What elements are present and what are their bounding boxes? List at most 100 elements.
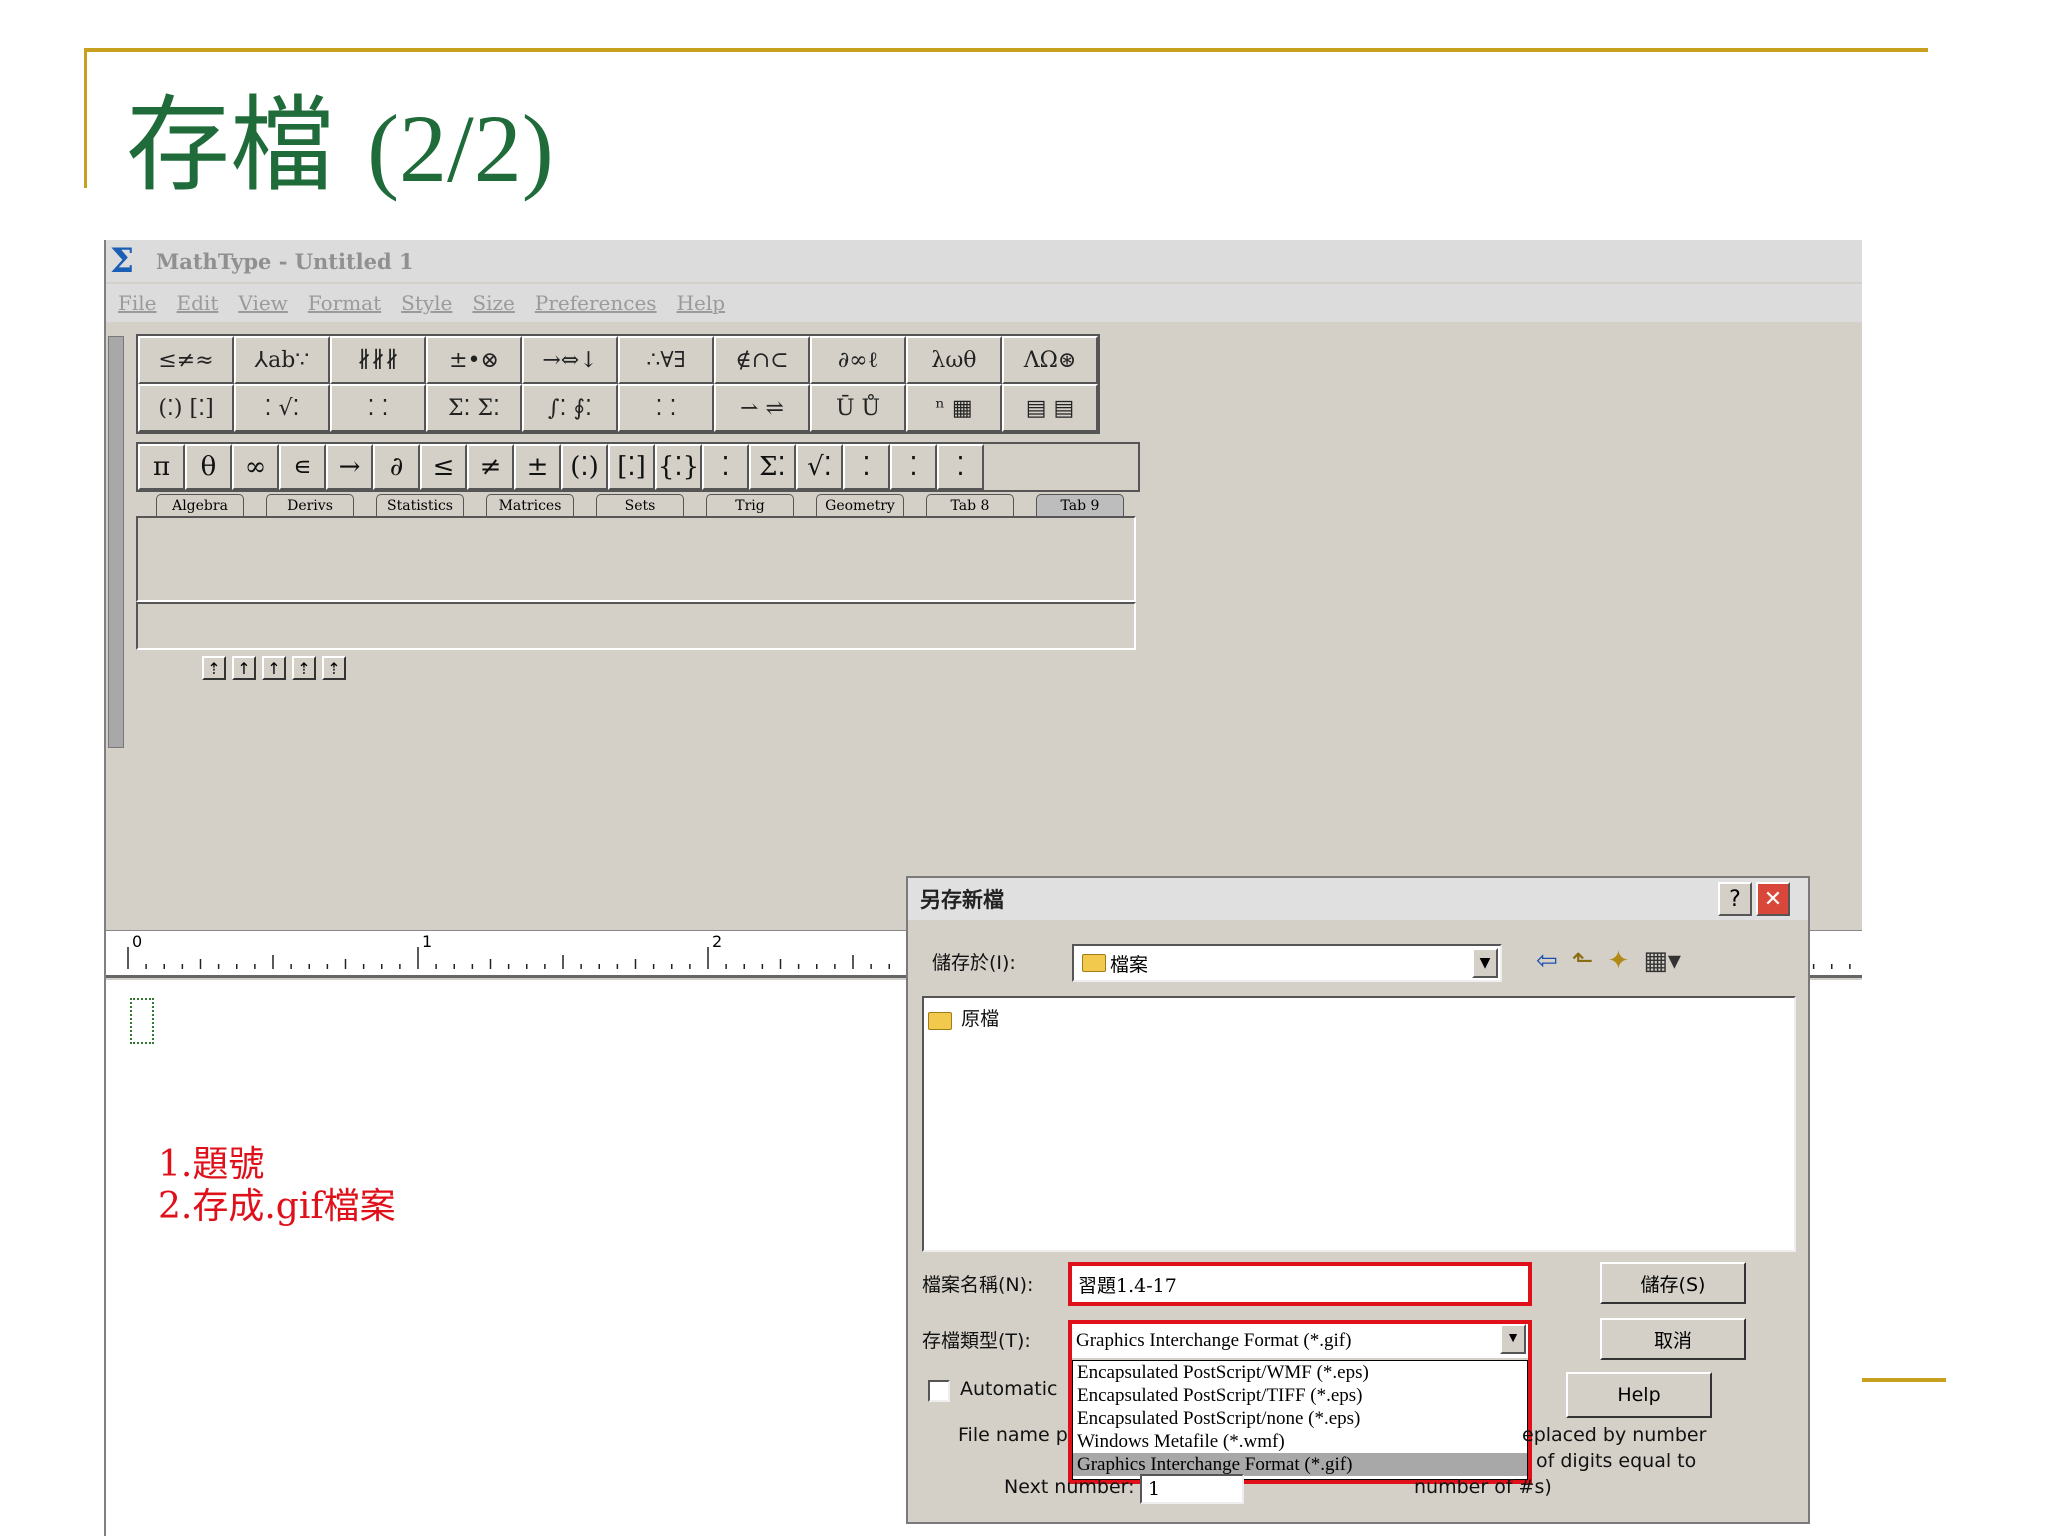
slide-left-rule xyxy=(84,48,87,188)
palette-button[interactable]: ΛΩ⊛ xyxy=(1002,336,1098,384)
chevron-down-icon[interactable]: ▼ xyxy=(1472,948,1498,978)
menu-view[interactable]: View xyxy=(238,291,287,315)
filetype-option[interactable]: Graphics Interchange Format (*.gif) xyxy=(1073,1453,1527,1476)
menu-size[interactable]: Size xyxy=(472,291,514,315)
palette-button[interactable]: ≤≠≈ xyxy=(138,336,234,384)
tab-2[interactable]: Statistics xyxy=(376,494,464,517)
small-bar-button[interactable]: ≠ xyxy=(467,444,514,490)
palette-button[interactable]: Σ⁚ Σ⁚ xyxy=(426,384,522,432)
small-bar-button[interactable]: → xyxy=(326,444,373,490)
style-button[interactable]: ⇡ xyxy=(202,656,226,680)
palette-button[interactable]: ⁚ √⁚ xyxy=(234,384,330,432)
help-button[interactable]: Help xyxy=(1566,1372,1712,1418)
small-bar-button[interactable]: ⁚ xyxy=(890,444,937,490)
save-button-label: 儲存(S) xyxy=(1640,1273,1706,1296)
slide-title-text: 存檔 xyxy=(126,84,335,206)
palette-button[interactable]: ∦∦∦ xyxy=(330,336,426,384)
tab-1[interactable]: Derivs xyxy=(266,494,354,517)
filename-value: 習題1.4-17 xyxy=(1078,1274,1177,1297)
small-bar-button[interactable]: ⁚ xyxy=(937,444,984,490)
small-bar-button[interactable]: [⁚] xyxy=(608,444,655,490)
small-bar-button[interactable]: π xyxy=(138,444,185,490)
tab-3[interactable]: Matrices xyxy=(486,494,574,517)
palette-button[interactable]: ∫⁚ ∮⁚ xyxy=(522,384,618,432)
tab-4[interactable]: Sets xyxy=(596,494,684,517)
automatic-checkbox[interactable] xyxy=(928,1380,950,1402)
palette-button[interactable]: →⇔↓ xyxy=(522,336,618,384)
tab-6[interactable]: Geometry xyxy=(816,494,904,517)
palette-button[interactable]: ∴∀∃ xyxy=(618,336,714,384)
palette-button[interactable]: ∉∩⊂ xyxy=(714,336,810,384)
small-bar-button[interactable]: √⁚ xyxy=(796,444,843,490)
palette-button[interactable]: ⁿ ▦ xyxy=(906,384,1002,432)
save-in-combo[interactable]: 檔案 ▼ xyxy=(1072,944,1502,982)
dialog-titlebar: 另存新檔 ? ✕ xyxy=(908,878,1808,920)
save-in-label: 儲存於(I): xyxy=(932,952,1016,974)
save-button[interactable]: 儲存(S) xyxy=(1600,1262,1746,1304)
style-button[interactable]: ↑ xyxy=(232,656,256,680)
cancel-button[interactable]: 取消 xyxy=(1600,1318,1746,1360)
small-bar-button[interactable]: Σ⁚ xyxy=(749,444,796,490)
filetype-option[interactable]: Encapsulated PostScript/WMF (*.eps) xyxy=(1073,1361,1527,1384)
small-bar-button[interactable]: ≤ xyxy=(420,444,467,490)
next-number-input[interactable]: 1 xyxy=(1140,1474,1244,1504)
small-bar-button[interactable]: ∊ xyxy=(279,444,326,490)
palette-button[interactable]: (⁚) [⁚] xyxy=(138,384,234,432)
palette-button[interactable]: ±•⊗ xyxy=(426,336,522,384)
palette-button[interactable]: Ū Ů xyxy=(810,384,906,432)
filename-input[interactable]: 習題1.4-17 xyxy=(1072,1266,1528,1302)
template-tabs: Algebra Derivs Statistics Matrices Sets Trig G… xyxy=(156,494,1146,517)
filetype-option[interactable]: Windows Metafile (*.wmf) xyxy=(1073,1430,1527,1453)
chevron-down-icon[interactable]: ▼ xyxy=(1500,1324,1526,1354)
palette-button[interactable]: ∂∞ℓ xyxy=(810,336,906,384)
new-folder-icon[interactable]: ✦ xyxy=(1608,946,1630,976)
small-bar-button[interactable]: {⁚} xyxy=(655,444,702,490)
menu-style[interactable]: Style xyxy=(401,291,452,315)
toolbar-grip[interactable] xyxy=(108,336,124,748)
small-bar-button[interactable]: ⁚ xyxy=(702,444,749,490)
menu-edit[interactable]: Edit xyxy=(177,291,219,315)
equation-cursor-slot[interactable] xyxy=(130,998,154,1044)
menu-format[interactable]: Format xyxy=(308,291,381,315)
style-button[interactable]: ⇡ xyxy=(322,656,346,680)
small-bar-button[interactable]: θ xyxy=(185,444,232,490)
filetype-option[interactable]: Encapsulated PostScript/none (*.eps) xyxy=(1073,1407,1527,1430)
filetype-option[interactable]: Encapsulated PostScript/TIFF (*.eps) xyxy=(1073,1384,1527,1407)
tab-5[interactable]: Trig xyxy=(706,494,794,517)
dialog-nav-tools: ⇦ ⬑ ✦ ▦▾ xyxy=(1536,946,1681,976)
palette-button[interactable]: ⇀ ⇌ xyxy=(714,384,810,432)
small-bar-row: π θ ∞ ∊ → ∂ ≤ ≠ ± (⁚) [⁚] {⁚} ⁚ Σ⁚ √⁚ ⁚ ⁚ ⁚ xyxy=(138,444,1138,490)
palette-button[interactable]: ▤ ▤ xyxy=(1002,384,1098,432)
tab-8[interactable]: Tab 9 xyxy=(1036,494,1124,517)
filetype-select[interactable]: Graphics Interchange Format (*.gif) ▼ xyxy=(1072,1324,1528,1358)
slide-right-rule xyxy=(1862,1378,1946,1382)
view-menu-icon[interactable]: ▦▾ xyxy=(1643,946,1681,976)
style-button[interactable]: ↑ xyxy=(262,656,286,680)
mathtype-title: MathType - Untitled 1 xyxy=(156,248,414,274)
up-folder-icon[interactable]: ⬑ xyxy=(1572,946,1594,976)
small-bar-button[interactable]: ∞ xyxy=(232,444,279,490)
palette-button[interactable]: λωθ xyxy=(906,336,1002,384)
folder-item[interactable]: 原檔 xyxy=(928,1004,1794,1031)
small-bar-button[interactable]: ⁚ xyxy=(843,444,890,490)
style-button[interactable]: ⇡ xyxy=(292,656,316,680)
palette-button[interactable]: ⁚ ⁚ xyxy=(618,384,714,432)
small-bar-button[interactable]: (⁚) xyxy=(561,444,608,490)
tab-0[interactable]: Algebra xyxy=(156,494,244,517)
back-icon[interactable]: ⇦ xyxy=(1536,946,1558,976)
folder-icon xyxy=(928,1011,952,1030)
menu-file[interactable]: File xyxy=(118,291,157,315)
palette-button[interactable]: ⁚ ⁚ xyxy=(330,384,426,432)
tab-panel-upper xyxy=(136,516,1136,602)
help-question-button[interactable]: ? xyxy=(1718,882,1752,916)
filename-label: 檔案名稱(N): xyxy=(922,1274,1034,1296)
menu-help[interactable]: Help xyxy=(677,291,725,315)
small-bar-button[interactable]: ∂ xyxy=(373,444,420,490)
tab-7[interactable]: Tab 8 xyxy=(926,494,1014,517)
mathtype-logo-icon: Σ xyxy=(110,241,135,281)
file-list[interactable]: 原檔 xyxy=(922,996,1796,1252)
palette-button[interactable]: ⅄ab∵ xyxy=(234,336,330,384)
close-button[interactable]: ✕ xyxy=(1756,882,1790,916)
menu-preferences[interactable]: Preferences xyxy=(535,291,657,315)
small-bar-button[interactable]: ± xyxy=(514,444,561,490)
